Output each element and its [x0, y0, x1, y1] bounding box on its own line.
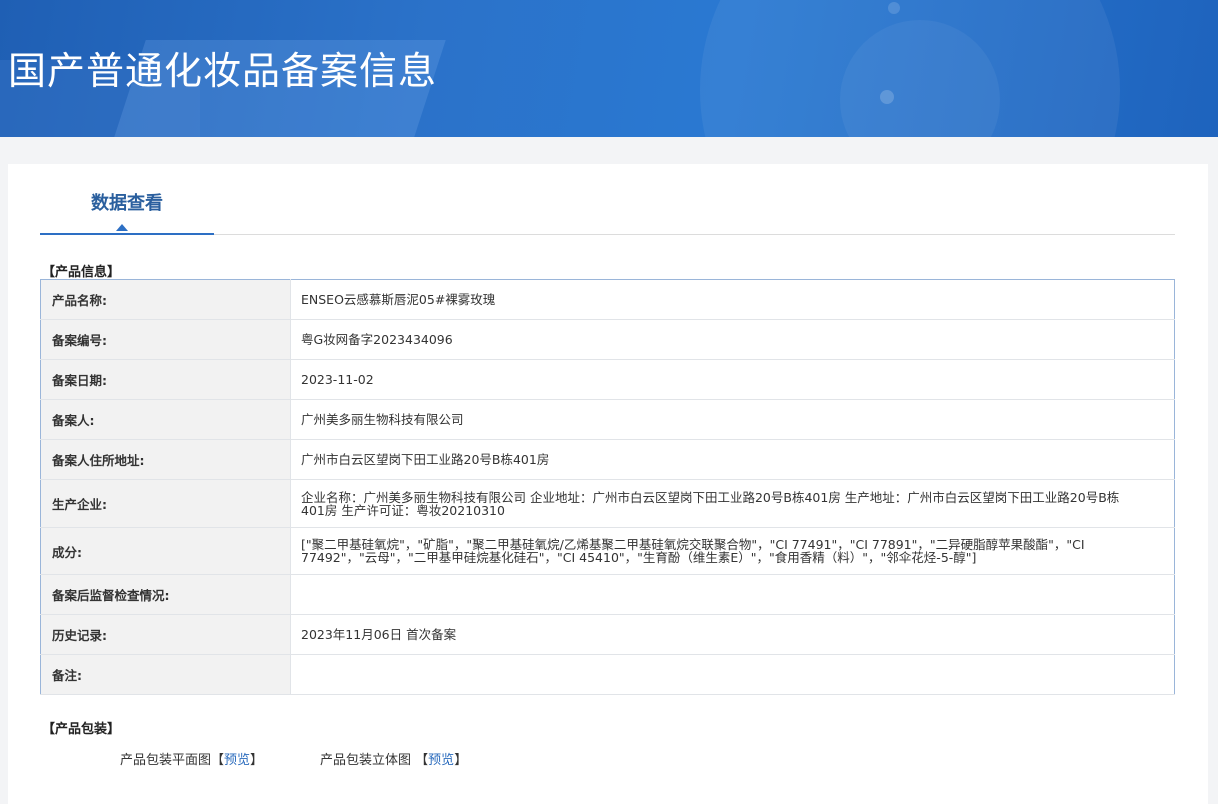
- bracket: 】: [250, 753, 264, 768]
- info-row: 备案后监督检查情况:: [40, 574, 1175, 615]
- flat-package-preview-link[interactable]: 预览: [224, 753, 250, 768]
- tab-bar: 数据查看: [40, 164, 1175, 235]
- info-row: 生产企业: 企业名称：广州美多丽生物科技有限公司 企业地址：广州市白云区望岗下田工…: [40, 479, 1175, 528]
- tab-active-indicator-icon: [116, 224, 128, 231]
- info-row: 成分: ["聚二甲基硅氧烷"，"矿脂"，"聚二甲基硅氧烷/乙烯基聚二甲基硅氧烷交联…: [40, 527, 1175, 575]
- flat-package-label: 产品包装平面图: [120, 753, 212, 768]
- 3d-package-preview-link[interactable]: 预览: [428, 753, 454, 768]
- info-row: 备案日期: 2023-11-02: [40, 359, 1175, 400]
- info-row-value: ["聚二甲基硅氧烷"，"矿脂"，"聚二甲基硅氧烷/乙烯基聚二甲基硅氧烷交联聚合物…: [290, 527, 1175, 575]
- header-banner: 国产普通化妆品备案信息: [0, 0, 1218, 137]
- info-row-label: 备案人:: [40, 399, 291, 440]
- info-row-value: [290, 654, 1175, 695]
- packaging-heading: 【产品包装】: [42, 722, 121, 737]
- content-card: 数据查看 【产品信息】 产品名称: ENSEO云感慕斯唇泥05#裸雾玫瑰 备案编号:…: [8, 164, 1208, 804]
- info-row: 历史记录: 2023年11月06日 首次备案: [40, 614, 1175, 655]
- info-row: 备案人: 广州美多丽生物科技有限公司: [40, 399, 1175, 440]
- info-row-value: 2023-11-02: [290, 359, 1175, 400]
- info-row-label: 备案编号:: [40, 319, 291, 360]
- info-row-value: 广州美多丽生物科技有限公司: [290, 399, 1175, 440]
- info-row-label: 成分:: [40, 527, 291, 575]
- 3d-package-label: 产品包装立体图: [320, 753, 412, 768]
- info-row-label: 产品名称:: [40, 279, 291, 320]
- info-row: 产品名称: ENSEO云感慕斯唇泥05#裸雾玫瑰: [40, 279, 1175, 320]
- info-row-label: 备案后监督检查情况:: [40, 574, 291, 615]
- info-row-value: [290, 574, 1175, 615]
- banner-decoration: [888, 2, 900, 14]
- info-row-value: ENSEO云感慕斯唇泥05#裸雾玫瑰: [290, 279, 1175, 320]
- bracket: 】: [454, 753, 468, 768]
- info-row-label: 生产企业:: [40, 479, 291, 528]
- info-row: 备案编号: 粤G妆网备字2023434096: [40, 319, 1175, 360]
- info-row-value: 粤G妆网备字2023434096: [290, 319, 1175, 360]
- flat-package-item: 产品包装平面图【预览】: [120, 749, 263, 768]
- info-row-value: 企业名称：广州美多丽生物科技有限公司 企业地址：广州市白云区望岗下田工业路20号…: [290, 479, 1175, 528]
- bracket: 【: [415, 753, 429, 768]
- info-row: 备案人住所地址: 广州市白云区望岗下田工业路20号B栋401房: [40, 439, 1175, 480]
- banner-decoration: [880, 90, 894, 104]
- info-row-label: 备注:: [40, 654, 291, 695]
- page-title: 国产普通化妆品备案信息: [8, 49, 438, 93]
- info-row-label: 备案人住所地址:: [40, 439, 291, 480]
- info-row: 备注:: [40, 654, 1175, 695]
- info-row-value: 广州市白云区望岗下田工业路20号B栋401房: [290, 439, 1175, 480]
- 3d-package-item: 产品包装立体图 【预览】: [320, 749, 467, 768]
- info-row-label: 历史记录:: [40, 614, 291, 655]
- product-info-table: 产品名称: ENSEO云感慕斯唇泥05#裸雾玫瑰 备案编号: 粤G妆网备字202343…: [40, 279, 1175, 695]
- bracket: 【: [211, 753, 225, 768]
- info-row-value: 2023年11月06日 首次备案: [290, 614, 1175, 655]
- info-row-label: 备案日期:: [40, 359, 291, 400]
- product-info-heading: 【产品信息】: [42, 265, 121, 280]
